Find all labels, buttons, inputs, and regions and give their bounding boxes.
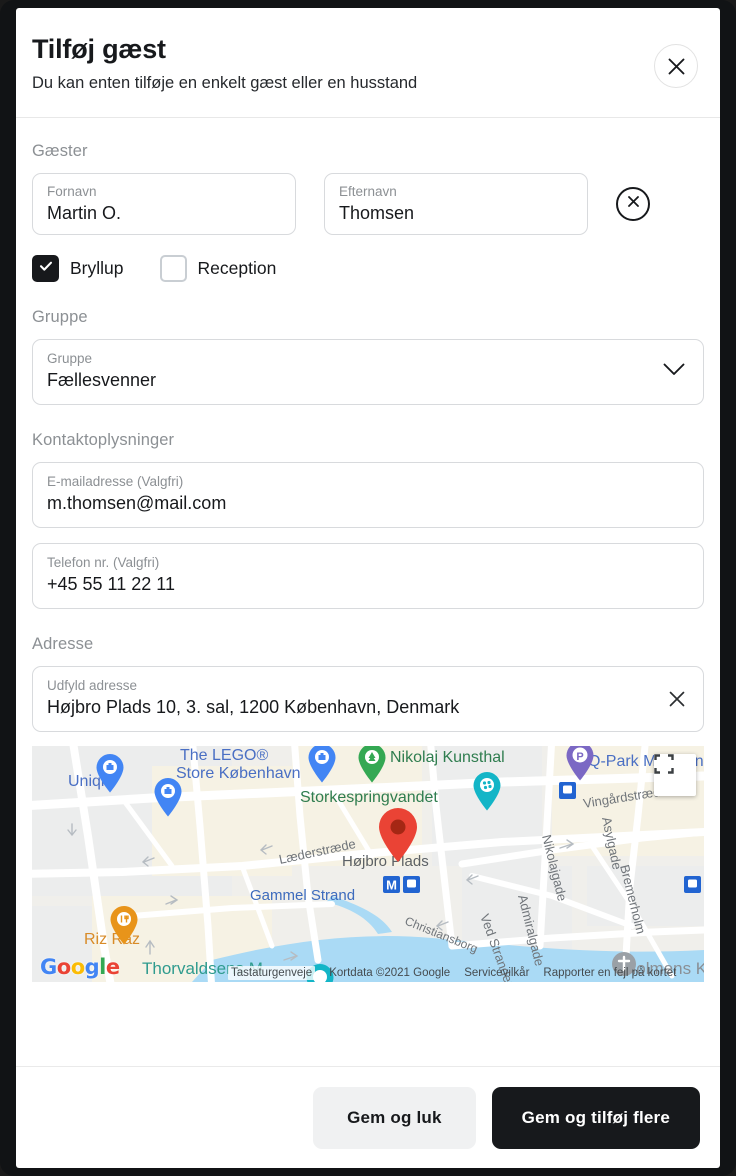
close-icon [667, 57, 686, 76]
group-select[interactable]: Gruppe Fællesvenner [32, 339, 704, 405]
close-circle-icon [626, 194, 641, 214]
address-section-label: Adresse [32, 635, 94, 653]
remove-guest-button[interactable] [616, 187, 650, 221]
chevron-down-icon [663, 363, 685, 381]
group-section-label: Gruppe [32, 308, 88, 326]
address-value: Højbro Plads 10, 3. sal, 1200 København,… [47, 697, 460, 718]
modal-footer: Gem og luk Gem og tilføj flere [16, 1066, 720, 1168]
phone-field[interactable]: Telefon nr. (Valgfri) +45 55 11 22 11 [32, 543, 704, 609]
group-field-label: Gruppe [47, 351, 93, 367]
modal-body: Gæster Fornavn Martin O. Efternavn Thoms… [16, 118, 720, 1066]
terms-link[interactable]: Servicevilkår [464, 967, 529, 979]
map-canvas: The LEGO® Store København Uniqlo Q-Park … [32, 746, 704, 982]
check-icon [38, 258, 54, 279]
email-field[interactable]: E-mailadresse (Valgfri) m.thomsen@mail.c… [32, 462, 704, 528]
save-and-add-more-button[interactable]: Gem og tilføj flere [491, 1086, 700, 1149]
address-field[interactable]: Udfyld adresse Højbro Plads 10, 3. sal, … [32, 666, 704, 732]
svg-text:P: P [576, 751, 583, 763]
save-and-close-button[interactable]: Gem og luk [313, 1086, 476, 1149]
address-map[interactable]: The LEGO® Store København Uniqlo Q-Park … [32, 746, 704, 982]
email-label: E-mailadresse (Valgfri) [47, 474, 184, 490]
firstname-value: Martin O. [47, 203, 122, 223]
device-frame: Tilføj gæst Du kan enten tilføje en enke… [0, 0, 736, 1176]
report-error-link[interactable]: Rapporter en fejl på kortet [543, 967, 676, 979]
lastname-value: Thomsen [339, 203, 415, 223]
svg-text:Store København: Store København [176, 765, 301, 782]
address-label: Udfyld adresse [47, 678, 138, 694]
clear-address-button[interactable] [665, 687, 689, 711]
checkbox-reception-box[interactable] [159, 255, 187, 282]
phone-label: Telefon nr. (Valgfri) [47, 555, 160, 571]
phone-value: +45 55 11 22 11 [47, 574, 175, 595]
contact-section-label: Kontaktoplysninger [32, 431, 175, 449]
page-title: Tilføj gæst [32, 34, 166, 64]
keyboard-shortcuts-link[interactable]: Tastaturgenveje [228, 965, 316, 980]
svg-text:Nikolaj Kunsthal: Nikolaj Kunsthal [390, 749, 505, 766]
event-checkbox-row: Bryllup Reception [32, 255, 704, 282]
svg-text:Gammel Strand: Gammel Strand [250, 887, 355, 904]
page-subtitle: Du kan enten tilføje en enkelt gæst elle… [32, 74, 418, 93]
map-fullscreen-button[interactable] [654, 754, 696, 796]
checkbox-bryllup[interactable]: Bryllup [32, 255, 124, 282]
modal-header: Tilføj gæst Du kan enten tilføje en enke… [16, 8, 720, 118]
firstname-field[interactable]: Fornavn Martin O. [32, 173, 296, 235]
guests-section-label: Gæster [32, 142, 88, 160]
map-data-text: Kortdata ©2021 Google [329, 966, 451, 979]
lastname-label: Efternavn [339, 184, 397, 199]
guest-row: Fornavn Martin O. Efternavn Thomsen [32, 173, 704, 235]
add-guest-modal: Tilføj gæst Du kan enten tilføje en enke… [16, 8, 720, 1168]
checkbox-reception[interactable]: Reception [159, 255, 277, 282]
map-attribution-bar: Tastaturgenveje Kortdata ©2021 Google Se… [32, 963, 704, 982]
svg-text:The LEGO®: The LEGO® [180, 747, 268, 764]
svg-text:M: M [386, 878, 397, 893]
close-modal-button[interactable] [654, 44, 698, 88]
firstname-label: Fornavn [47, 184, 97, 199]
svg-text:Højbro Plads: Højbro Plads [342, 853, 429, 870]
checkbox-reception-label: Reception [197, 258, 277, 278]
email-value: m.thomsen@mail.com [47, 493, 227, 514]
svg-text:Storkespringvandet: Storkespringvandet [300, 789, 438, 806]
checkbox-bryllup-box[interactable] [32, 255, 59, 282]
lastname-field[interactable]: Efternavn Thomsen [324, 173, 588, 235]
group-value: Fællesvenner [47, 370, 157, 391]
checkbox-bryllup-label: Bryllup [70, 258, 124, 278]
